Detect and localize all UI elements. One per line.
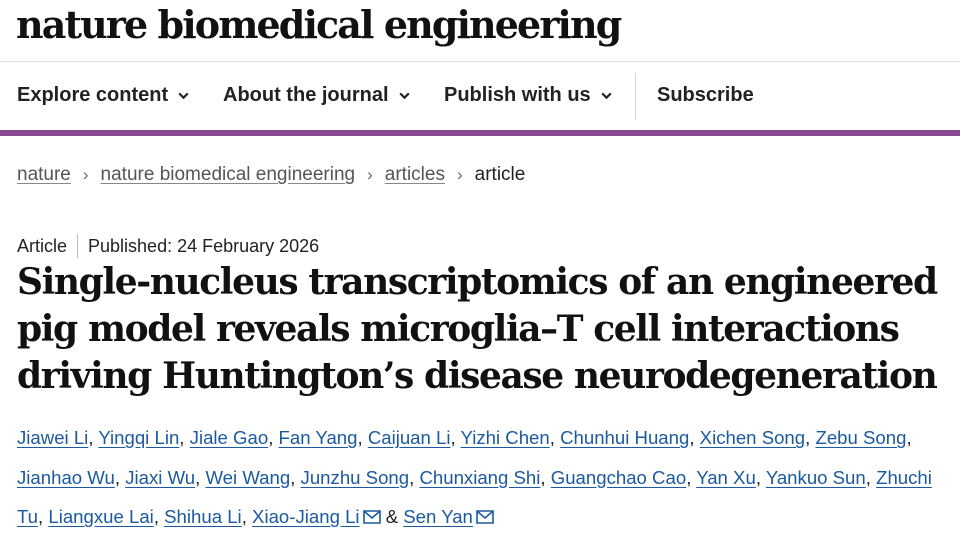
mail-icon[interactable] [476,510,494,524]
author-link[interactable]: Jiale Gao [190,427,269,448]
author-separator: , [241,506,253,527]
author-link[interactable]: Caijuan Li [368,427,451,448]
author-link[interactable]: Chunxiang Shi [419,467,540,488]
author-separator: , [290,466,301,488]
author-separator: , [540,466,551,488]
breadcrumb-articles[interactable]: articles [385,164,445,186]
author-link[interactable]: Chunhui Huang [560,427,689,448]
nav-about-label: About the journal [223,84,389,106]
nav-explore-label: Explore content [17,84,169,106]
author-link[interactable]: Liangxue Lai [48,506,153,527]
author-link[interactable]: Yizhi Chen [461,427,550,448]
author-separator: , [906,427,912,448]
breadcrumb-separator: › [82,165,89,184]
author-separator: , [153,506,165,527]
nav-publish-with-us[interactable]: Publish with us [444,84,613,107]
chevron-down-icon [398,92,410,100]
author-link[interactable]: Shihua Li [164,506,242,527]
author-separator: , [689,427,700,448]
nav-divider [635,73,636,120]
journal-header: nature biomedical engineering [0,0,960,62]
author-link[interactable]: Xiao-Jiang Li [252,506,360,527]
nav-about-journal[interactable]: About the journal [223,84,411,107]
breadcrumb-current: article [474,164,526,185]
nav-publish-label: Publish with us [444,84,591,106]
article-title: Single-nucleus transcriptomics of an eng… [17,261,938,397]
author-link[interactable]: Fan Yang [279,427,358,448]
author-link[interactable]: Zebu Song [815,427,906,448]
breadcrumb-separator: › [367,165,373,184]
author-separator: , [805,427,816,448]
main-nav: Explore content About the journal Publis… [0,63,960,130]
article-meta: Article Published: 24 February 2026 [17,233,319,259]
accent-bar [0,130,960,136]
author-list: Jiawei Li, Yingqi Lin, Jiale Gao, Fan Ya… [17,418,952,537]
author-separator: & [380,506,404,527]
author-separator: , [755,466,766,488]
author-separator: , [38,506,49,527]
author-link[interactable]: Jiawei Li [17,427,88,448]
journal-logo[interactable]: nature biomedical engineering [16,2,622,47]
nav-subscribe-label: Subscribe [657,84,754,106]
chevron-down-icon [601,92,612,100]
meta-divider [77,234,79,258]
author-link[interactable]: Yingqi Lin [98,427,179,448]
author-link[interactable]: Xichen Song [700,427,805,448]
published-date: Published: 24 February 2026 [88,235,320,256]
author-link[interactable]: Jianhao Wu [17,467,115,488]
author-separator: , [195,466,206,488]
author-link[interactable]: Junzhu Song [301,467,410,488]
author-separator: , [357,427,368,448]
author-link[interactable]: Yan Xu [696,467,756,488]
author-link[interactable]: Guangchao Cao [551,467,686,488]
author-separator: , [268,427,279,448]
author-separator: , [450,427,461,448]
author-separator: , [865,466,877,488]
chevron-down-icon [178,92,189,100]
author-link[interactable]: Wei Wang [205,467,290,488]
author-separator: , [409,466,420,488]
author-link[interactable]: Jiaxi Wu [125,467,195,488]
author-separator: , [88,427,99,448]
author-link[interactable]: Sen Yan [403,506,473,527]
author-link[interactable]: Yankuo Sun [766,467,866,488]
nav-subscribe[interactable]: Subscribe [657,84,754,107]
nav-explore-content[interactable]: Explore content [17,84,190,107]
breadcrumb-journal[interactable]: nature biomedical engineering [101,164,356,186]
breadcrumb-nature[interactable]: nature [17,164,71,186]
author-separator: , [179,427,190,448]
article-type: Article [17,235,68,256]
mail-icon[interactable] [362,510,381,524]
author-separator: , [686,466,697,488]
author-separator: , [549,427,561,448]
author-separator: , [114,466,126,488]
breadcrumb-separator: › [456,165,463,184]
breadcrumb: nature › nature biomedical engineering ›… [17,164,525,186]
